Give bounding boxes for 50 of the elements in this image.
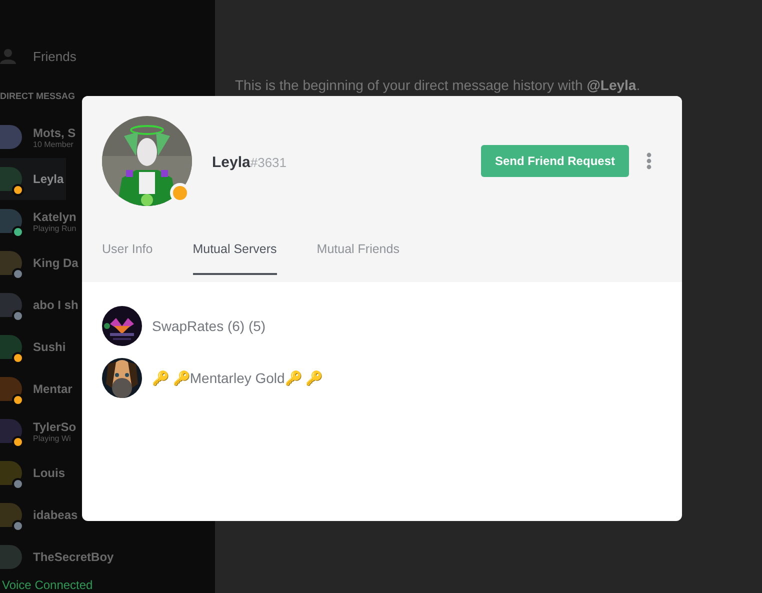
profile-tab[interactable]: Mutual Friends <box>316 242 400 275</box>
avatar-icon <box>0 293 22 317</box>
dm-subtitle: Playing Wi <box>33 434 72 442</box>
dm-name: King Da <box>33 256 78 270</box>
dm-subtitle: Playing Run <box>33 224 76 232</box>
avatar-icon <box>0 419 22 443</box>
dm-name: TheSecretBoy <box>33 550 114 564</box>
dm-name: Leyla <box>33 172 64 186</box>
avatar-icon <box>0 209 22 233</box>
server-name[interactable]: 🔑 🔑Mentarley Gold🔑 🔑 <box>152 370 323 386</box>
avatar-icon <box>0 335 22 359</box>
send-friend-request-button[interactable]: Send Friend Request <box>480 145 629 177</box>
dm-item[interactable]: Katelyn Playing Run <box>0 200 78 242</box>
dm-item[interactable]: King Da <box>0 242 80 284</box>
dm-name: abo I sh <box>33 298 78 312</box>
dm-name: idabeas <box>33 508 78 522</box>
dm-name: Louis <box>33 466 65 480</box>
dm-item[interactable]: Mentar <box>0 368 74 410</box>
more-options-icon[interactable] <box>646 152 652 170</box>
user-tag: #3631 <box>250 154 287 170</box>
dm-name: Mentar <box>33 382 72 396</box>
server-name[interactable]: SwapRates (6) (5) <box>152 318 266 334</box>
dm-item[interactable]: Louis <box>0 452 67 494</box>
friends-label[interactable]: Friends <box>33 48 76 64</box>
section-header: DIRECT MESSAG <box>0 91 76 103</box>
dm-item[interactable]: Mots, S 10 Member <box>0 116 78 158</box>
dm-name: TylerSo <box>33 420 76 434</box>
avatar-icon <box>0 545 22 569</box>
avatar-icon <box>0 125 22 149</box>
avatar-icon <box>0 167 22 191</box>
dm-item[interactable]: Leyla <box>0 158 66 200</box>
avatar-icon <box>0 503 22 527</box>
dm-subtitle: 10 Member <box>33 140 74 148</box>
dm-name: Mots, S <box>33 126 76 140</box>
voice-status: Voice Connected <box>1 578 94 593</box>
dm-item[interactable]: abo I sh <box>0 284 80 326</box>
avatar-icon <box>0 251 22 275</box>
intro-text: This is the beginning of your direct message history with @Leyla. <box>235 77 642 93</box>
friends-icon <box>0 48 16 64</box>
username: Leyla <box>212 154 250 170</box>
profile-tab[interactable]: Mutual Servers <box>192 242 277 275</box>
avatar-icon <box>0 461 22 485</box>
avatar-icon <box>0 377 22 401</box>
dm-name: Sushi <box>33 340 66 354</box>
dm-item[interactable]: idabeas <box>0 494 80 536</box>
dm-name: Katelyn <box>33 210 76 224</box>
profile-tab[interactable]: User Info <box>102 242 153 275</box>
dm-item[interactable]: Sushi <box>0 326 68 368</box>
dm-item[interactable]: TylerSo Playing Wi <box>0 410 78 452</box>
dm-item[interactable]: TheSecretBoy <box>0 536 116 578</box>
